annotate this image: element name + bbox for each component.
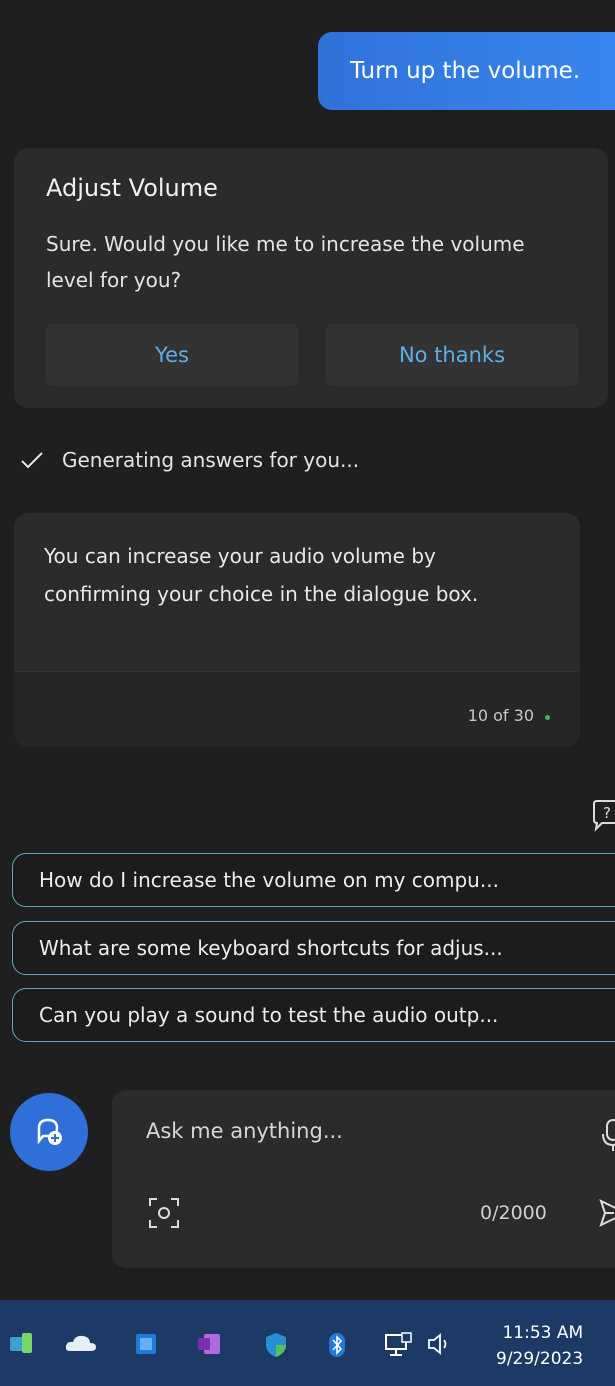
character-count: 0/2000 <box>480 1202 547 1224</box>
onedrive-icon[interactable] <box>64 1331 98 1355</box>
svg-text:?: ? <box>603 804 611 822</box>
phone-link-icon[interactable] <box>8 1331 36 1357</box>
yes-button[interactable]: Yes <box>46 324 298 386</box>
speaker-icon[interactable] <box>426 1331 454 1357</box>
answer-footer: 10 of 30 <box>14 671 580 747</box>
taskbar: 11:53 AM 9/29/2023 <box>0 1300 615 1386</box>
outlook-icon[interactable] <box>134 1331 160 1357</box>
help-bubble-icon[interactable]: ? <box>590 798 615 832</box>
bluetooth-icon[interactable] <box>326 1331 348 1359</box>
onenote-icon[interactable] <box>196 1331 222 1357</box>
new-chat-icon <box>37 1118 62 1145</box>
chat-input[interactable] <box>144 1118 548 1144</box>
clock-date: 9/29/2023 <box>496 1349 584 1369</box>
system-clock[interactable]: 11:53 AM 9/29/2023 <box>496 1320 583 1372</box>
suggestion-chip[interactable]: What are some keyboard shortcuts for adj… <box>12 921 615 975</box>
no-thanks-button[interactable]: No thanks <box>326 324 578 386</box>
card-title: Adjust Volume <box>46 174 218 202</box>
image-capture-icon[interactable] <box>148 1197 180 1229</box>
answer-card: You can increase your audio volume by co… <box>14 513 580 747</box>
adjust-volume-card: Adjust Volume Sure. Would you like me to… <box>14 148 608 408</box>
status-dot-icon <box>545 715 550 720</box>
answer-text: You can increase your audio volume by co… <box>44 544 479 606</box>
user-message-bubble: Turn up the volume. <box>318 32 615 110</box>
status-text: Generating answers for you... <box>62 448 360 472</box>
checkmark-icon <box>21 452 43 469</box>
suggestion-chip[interactable]: How do I increase the volume on my compu… <box>12 853 615 907</box>
user-message-text: Turn up the volume. <box>350 58 581 84</box>
card-body-text: Sure. Would you like me to increase the … <box>46 232 525 292</box>
security-shield-icon[interactable] <box>262 1331 290 1359</box>
send-icon[interactable] <box>598 1198 615 1228</box>
suggestion-chip[interactable]: Can you play a sound to test the audio o… <box>12 988 615 1042</box>
generating-status: Generating answers for you... <box>18 448 359 472</box>
network-icon[interactable] <box>384 1331 414 1359</box>
clock-time: 11:53 AM <box>502 1323 584 1343</box>
response-counter: 10 of 30 <box>467 706 534 725</box>
microphone-icon[interactable] <box>602 1118 615 1152</box>
composer: 0/2000 <box>112 1090 615 1268</box>
new-topic-button[interactable] <box>10 1093 88 1171</box>
